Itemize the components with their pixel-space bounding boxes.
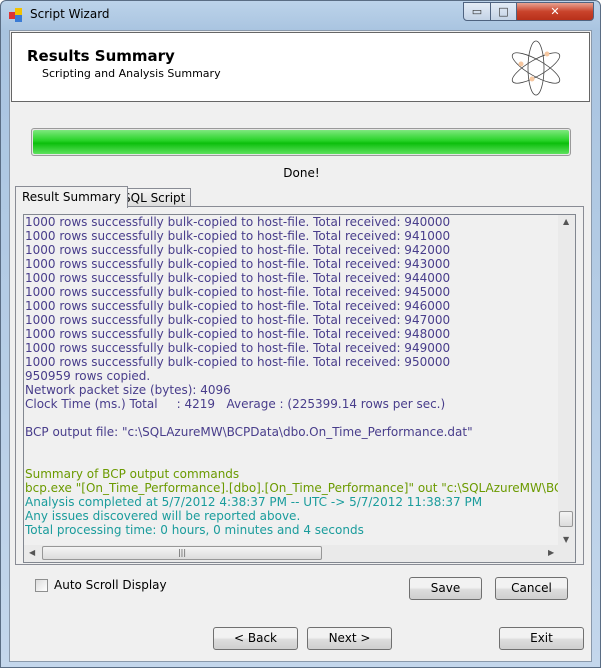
log-line: 1000 rows successfully bulk-copied to ho… <box>25 215 451 229</box>
tab-result-summary[interactable]: Result Summary <box>15 186 128 208</box>
maximize-button[interactable]: □ <box>490 2 517 21</box>
atom-icon <box>511 40 561 96</box>
minimize-button[interactable]: ▭ <box>463 2 491 21</box>
log-line: 950959 rows copied. <box>25 369 151 383</box>
auto-scroll-checkbox[interactable] <box>35 579 48 592</box>
app-icon <box>9 8 23 22</box>
log-lines: 1000 rows successfully bulk-copied to ho… <box>25 215 559 547</box>
log-line: bcp.exe "[On_Time_Performance].[dbo].[On… <box>25 481 559 495</box>
save-button[interactable]: Save <box>409 577 482 600</box>
progress-status: Done! <box>283 166 320 180</box>
horizontal-scroll-thumb[interactable]: ||| <box>42 546 322 560</box>
log-line: Total processing time: 0 hours, 0 minute… <box>25 523 364 537</box>
close-button[interactable]: ✕ <box>516 2 594 21</box>
next-button[interactable]: Next > <box>307 627 392 650</box>
page-title: Results Summary <box>27 47 175 65</box>
log-line: 1000 rows successfully bulk-copied to ho… <box>25 257 451 271</box>
vertical-scrollbar[interactable]: ▲ ▼ <box>558 215 575 547</box>
auto-scroll-label[interactable]: Auto Scroll Display <box>54 578 167 592</box>
log-line: 1000 rows successfully bulk-copied to ho… <box>25 327 451 341</box>
scroll-right-icon[interactable]: ▶ <box>548 548 554 557</box>
log-line: 1000 rows successfully bulk-copied to ho… <box>25 243 451 257</box>
page-subtitle: Scripting and Analysis Summary <box>42 67 221 80</box>
scroll-left-icon[interactable]: ◀ <box>29 548 35 557</box>
cancel-button[interactable]: Cancel <box>495 577 568 600</box>
log-line: Any issues discovered will be reported a… <box>25 509 301 523</box>
log-line: Analysis completed at 5/7/2012 4:38:37 P… <box>25 495 483 509</box>
log-line: 1000 rows successfully bulk-copied to ho… <box>25 355 451 369</box>
scroll-down-icon[interactable]: ▼ <box>563 535 569 544</box>
log-line: 1000 rows successfully bulk-copied to ho… <box>25 285 451 299</box>
back-button[interactable]: < Back <box>213 627 298 650</box>
result-summary-panel: 1000 rows successfully bulk-copied to ho… <box>15 206 584 565</box>
tab-sql-script[interactable]: SQL Script <box>117 188 192 206</box>
vertical-scroll-thumb[interactable] <box>559 511 573 527</box>
log-line: Summary of BCP output commands <box>25 467 240 481</box>
results-log[interactable]: 1000 rows successfully bulk-copied to ho… <box>23 214 576 563</box>
log-line: 1000 rows successfully bulk-copied to ho… <box>25 299 451 313</box>
script-wizard-window: Script Wizard ▭ □ ✕ Results Summary Scri… <box>0 0 601 668</box>
log-line: 1000 rows successfully bulk-copied to ho… <box>25 271 451 285</box>
progress-fill <box>33 130 569 154</box>
exit-button[interactable]: Exit <box>499 627 584 650</box>
log-line: 1000 rows successfully bulk-copied to ho… <box>25 229 451 243</box>
scroll-corner <box>558 545 575 562</box>
log-line: Clock Time (ms.) Total : 4219 Average : … <box>25 397 446 411</box>
scroll-up-icon[interactable]: ▲ <box>563 217 569 226</box>
horizontal-scrollbar[interactable]: ◀ ||| ▶ <box>24 545 560 562</box>
log-line: Network packet size (bytes): 4096 <box>25 383 231 397</box>
wizard-body: Results Summary Scripting and Analysis S… <box>9 30 592 662</box>
title-bar[interactable]: Script Wizard ▭ □ ✕ <box>1 1 600 29</box>
log-line: 1000 rows successfully bulk-copied to ho… <box>25 313 451 327</box>
wizard-header: Results Summary Scripting and Analysis S… <box>11 32 590 102</box>
log-line: BCP output file: "c:\SQLAzureMW\BCPData\… <box>25 425 473 439</box>
window-title: Script Wizard <box>30 7 110 21</box>
log-line: 1000 rows successfully bulk-copied to ho… <box>25 341 451 355</box>
progress-bar <box>31 128 571 156</box>
